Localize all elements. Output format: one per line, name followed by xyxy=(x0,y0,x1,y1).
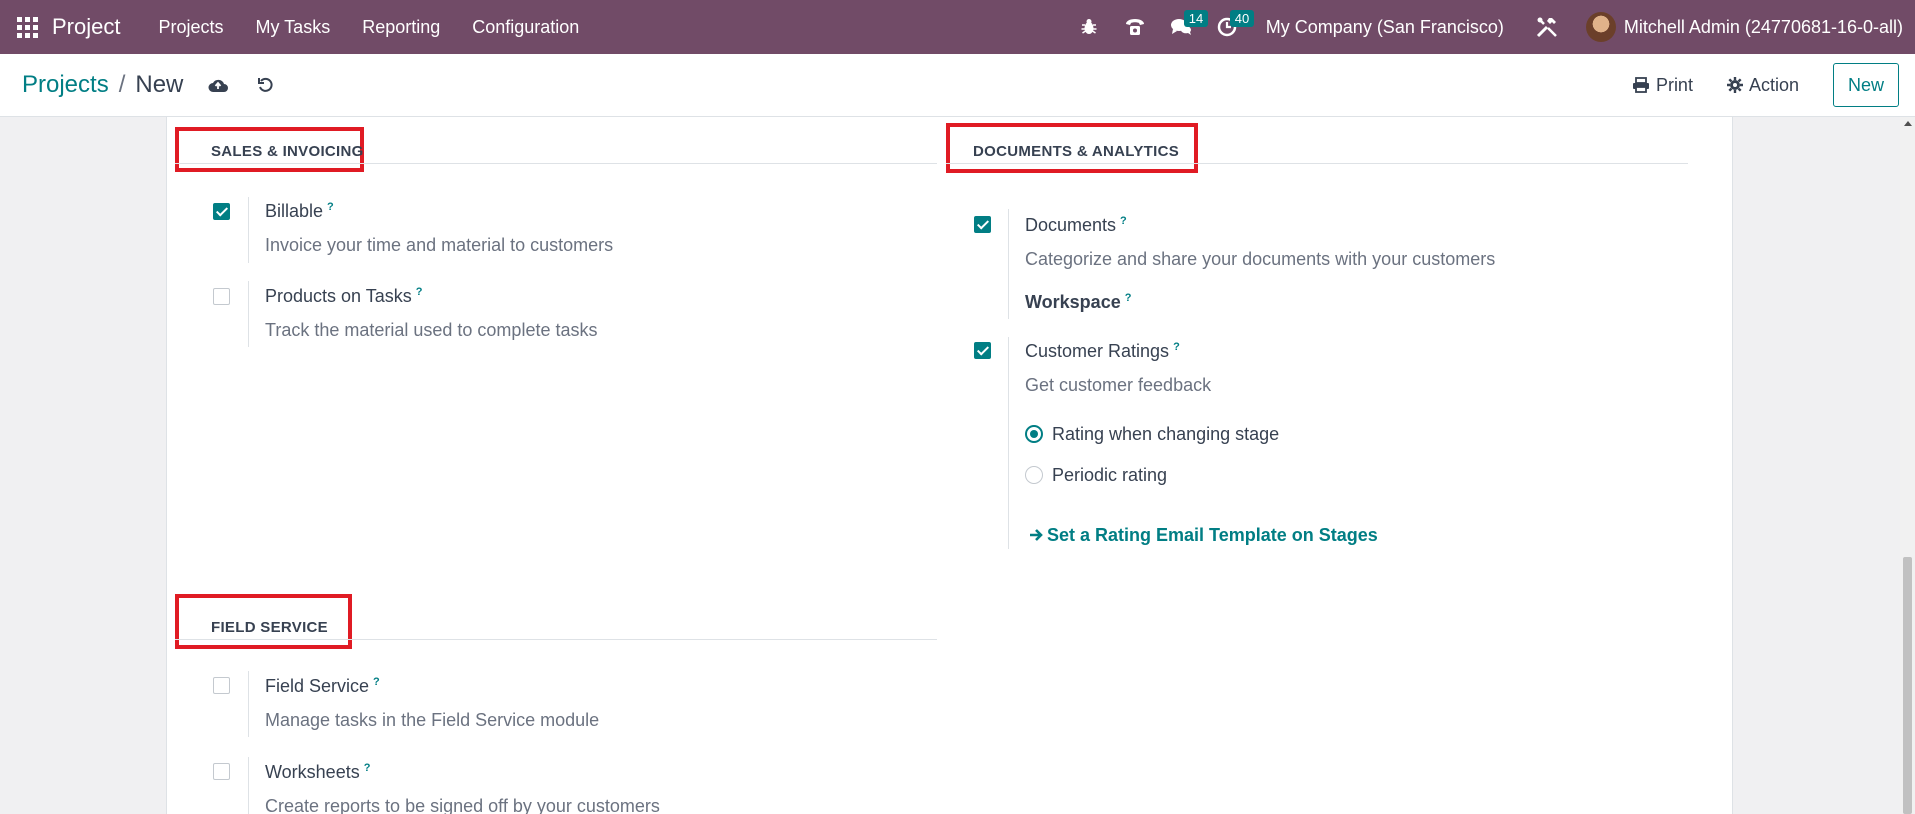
setting-divider xyxy=(1008,337,1009,549)
periodic-rating-radio[interactable] xyxy=(1025,466,1043,484)
print-icon xyxy=(1632,77,1649,93)
setting-divider xyxy=(248,281,249,347)
user-menu[interactable]: Mitchell Admin (24770681-16-0-all) xyxy=(1624,17,1903,38)
setting-divider xyxy=(248,671,249,737)
activities-clock-icon[interactable]: 40 xyxy=(1210,0,1255,54)
menu-configuration[interactable]: Configuration xyxy=(456,0,595,54)
action-label: Action xyxy=(1748,74,1799,95)
breadcrumb-separator: / xyxy=(118,71,126,98)
rating-template-link[interactable]: Set a Rating Email Template on Stages xyxy=(1029,525,1378,546)
rating-when-changing-stage-label[interactable]: Rating when changing stage xyxy=(1052,424,1279,445)
billable-checkbox[interactable] xyxy=(213,203,230,220)
section-divider xyxy=(175,163,937,164)
user-avatar[interactable] xyxy=(1585,12,1616,42)
print-label: Print xyxy=(1655,74,1693,95)
menu-reporting[interactable]: Reporting xyxy=(346,0,456,54)
customer-ratings-checkbox[interactable] xyxy=(974,342,991,359)
company-switcher[interactable]: My Company (San Francisco) xyxy=(1266,17,1504,38)
documents-description: Categorize and share your documents with… xyxy=(1025,249,1496,269)
help-icon[interactable]: ? xyxy=(364,762,371,774)
action-button[interactable]: Action xyxy=(1726,74,1799,96)
cloud-save-icon[interactable] xyxy=(205,72,231,98)
control-panel: Projects / New Print Action New xyxy=(0,54,1915,117)
worksheets-label: Worksheets? xyxy=(265,762,371,782)
breadcrumb-current: New xyxy=(135,71,184,98)
new-button[interactable]: New xyxy=(1832,63,1899,107)
setting-divider xyxy=(1008,209,1009,319)
products-on-tasks-label: Products on Tasks? xyxy=(265,286,423,306)
activities-count-badge: 40 xyxy=(1229,10,1255,27)
messages-icon[interactable]: 14 xyxy=(1164,0,1209,54)
scrollbar-thumb[interactable] xyxy=(1903,557,1912,814)
documents-checkbox[interactable] xyxy=(974,216,991,233)
breadcrumb-projects-link[interactable]: Projects xyxy=(22,71,109,99)
billable-description: Invoice your time and material to custom… xyxy=(265,235,614,255)
apps-grid-icon[interactable] xyxy=(16,16,38,38)
section-divider xyxy=(946,163,1688,164)
worksheets-checkbox[interactable] xyxy=(213,763,230,780)
worksheets-description: Create reports to be signed off by your … xyxy=(265,796,660,814)
help-icon[interactable]: ? xyxy=(1125,292,1132,304)
gear-icon xyxy=(1726,77,1743,93)
help-icon[interactable]: ? xyxy=(1120,215,1127,227)
scroll-up-arrow-icon[interactable] xyxy=(1904,121,1912,126)
discard-undo-icon[interactable] xyxy=(253,72,279,98)
form-sheet: SALES & INVOICING Billable? Invoice your… xyxy=(166,117,1733,814)
products-on-tasks-description: Track the material used to complete task… xyxy=(265,320,598,340)
workspace-label: Workspace? xyxy=(1025,292,1132,312)
section-title-sales-invoicing: SALES & INVOICING xyxy=(211,143,364,160)
menu-my-tasks[interactable]: My Tasks xyxy=(240,0,347,54)
billable-label: Billable? xyxy=(265,201,334,221)
page-scrollbar[interactable] xyxy=(1900,117,1915,814)
documents-label: Documents? xyxy=(1025,215,1127,235)
customer-ratings-description: Get customer feedback xyxy=(1025,375,1212,395)
arrow-right-icon xyxy=(1030,529,1043,541)
tools-icon[interactable] xyxy=(1530,0,1564,54)
top-navbar: Project Projects My Tasks Reporting Conf… xyxy=(0,0,1915,54)
menu-projects[interactable]: Projects xyxy=(142,0,239,54)
section-title-documents-analytics: DOCUMENTS & ANALYTICS xyxy=(973,143,1180,160)
field-service-description: Manage tasks in the Field Service module xyxy=(265,710,600,730)
setting-divider xyxy=(248,757,249,814)
section-title-field-service: FIELD SERVICE xyxy=(211,619,328,636)
periodic-rating-label[interactable]: Periodic rating xyxy=(1052,465,1167,486)
breadcrumb: Projects / New xyxy=(22,71,183,99)
bug-icon[interactable] xyxy=(1072,0,1106,54)
help-icon[interactable]: ? xyxy=(1173,341,1180,353)
setting-divider xyxy=(248,197,249,263)
phone-icon[interactable] xyxy=(1118,0,1152,54)
rating-when-changing-stage-radio[interactable] xyxy=(1025,425,1043,443)
customer-ratings-label: Customer Ratings? xyxy=(1025,341,1180,361)
section-divider xyxy=(175,639,937,640)
print-button[interactable]: Print xyxy=(1632,75,1693,96)
field-service-checkbox[interactable] xyxy=(213,677,230,694)
help-icon[interactable]: ? xyxy=(416,286,423,298)
help-icon[interactable]: ? xyxy=(327,201,334,213)
products-on-tasks-checkbox[interactable] xyxy=(213,288,230,305)
help-icon[interactable]: ? xyxy=(373,676,380,688)
messages-count-badge: 14 xyxy=(1183,10,1209,27)
app-brand[interactable]: Project xyxy=(52,14,120,40)
field-service-label: Field Service? xyxy=(265,676,380,696)
